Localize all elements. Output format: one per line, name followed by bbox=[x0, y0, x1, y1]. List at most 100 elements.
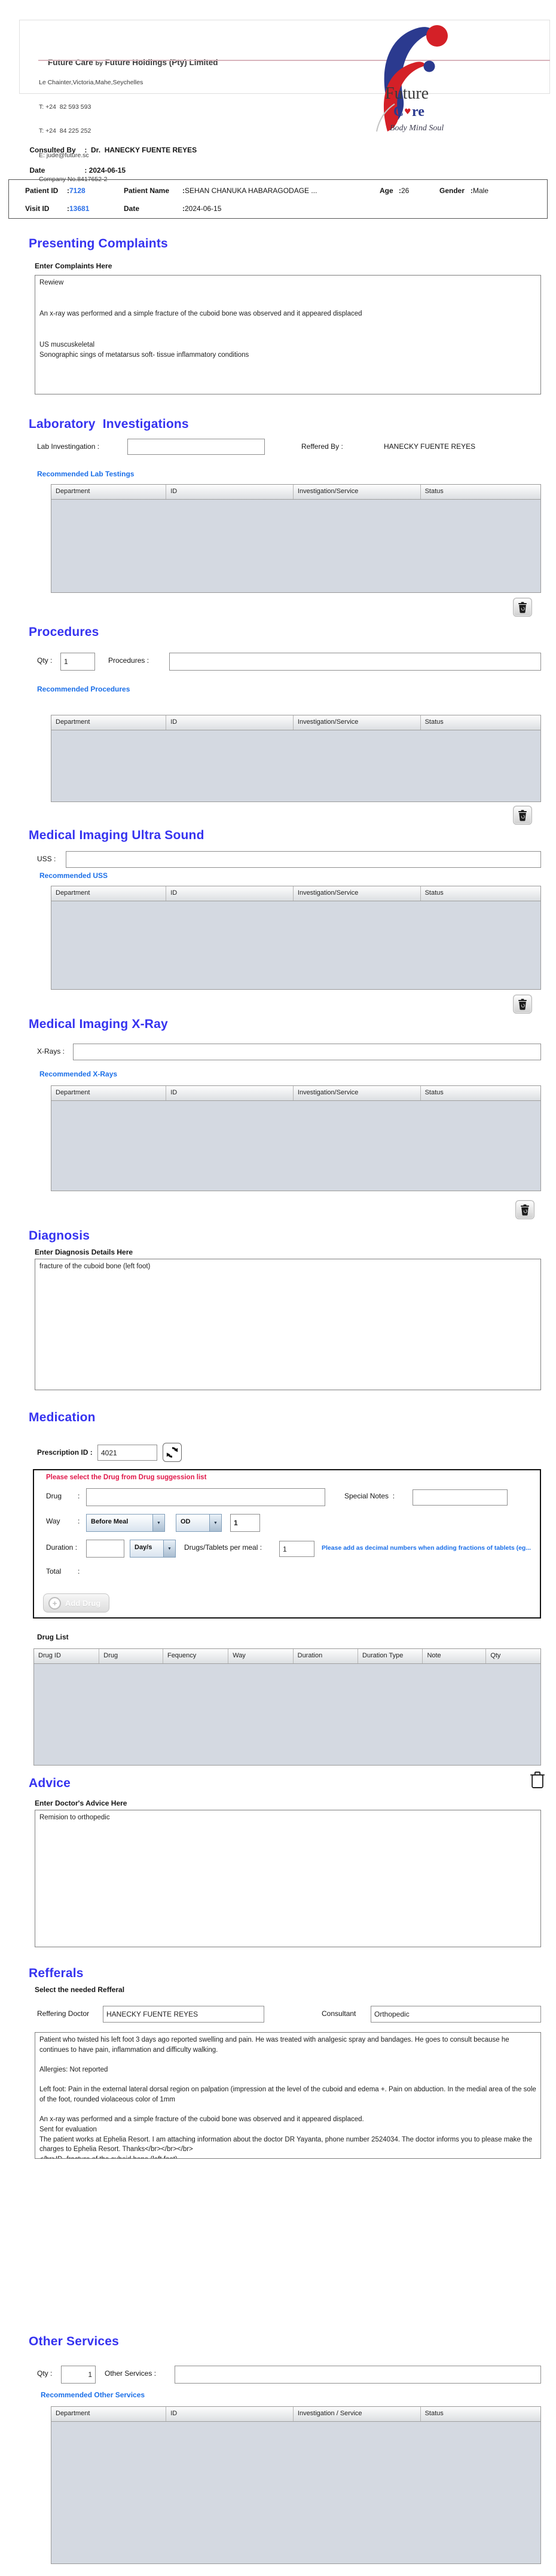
visit-id-label: Visit ID bbox=[25, 204, 50, 213]
column-header: Status bbox=[420, 886, 540, 901]
special-notes-label: Special Notes : bbox=[344, 1492, 395, 1500]
procedures-table: Department ID Investigation/Service Stat… bbox=[51, 715, 541, 802]
procedures-label: Procedures : bbox=[108, 656, 149, 665]
advice-textarea[interactable] bbox=[35, 1810, 541, 1947]
delete-advice-button[interactable] bbox=[530, 1770, 545, 1792]
procedures-input[interactable] bbox=[169, 653, 541, 671]
referring-doctor-input[interactable] bbox=[103, 2006, 264, 2023]
frequency-select[interactable]: OD ▼ bbox=[176, 1514, 222, 1532]
column-header: Investigation/Service bbox=[293, 485, 421, 499]
column-header: Duration Type bbox=[358, 1649, 423, 1663]
uss-table-header: Department ID Investigation/Service Stat… bbox=[51, 886, 540, 901]
delete-uss-item-button[interactable] bbox=[513, 995, 532, 1014]
per-meal-input[interactable] bbox=[279, 1541, 314, 1557]
drug-list-label: Drug List bbox=[37, 1633, 69, 1641]
xrays-label: X-Rays : bbox=[37, 1047, 65, 1056]
complaints-textarea[interactable] bbox=[35, 275, 541, 394]
diagnosis-sublabel: Enter Diagnosis Details Here bbox=[35, 1248, 133, 1256]
delete-lab-item-button[interactable] bbox=[513, 598, 532, 617]
colon: : bbox=[78, 1567, 80, 1575]
duration-input[interactable] bbox=[86, 1540, 124, 1558]
xray-table-header: Department ID Investigation/Service Stat… bbox=[51, 1086, 540, 1101]
add-drug-button[interactable]: + Add Drug bbox=[43, 1593, 110, 1613]
refresh-prescription-id-button[interactable] bbox=[163, 1443, 182, 1462]
consultant-label: Consultant bbox=[322, 2009, 356, 2018]
column-header: Department bbox=[51, 715, 167, 730]
colon: : bbox=[78, 1492, 80, 1500]
way-meal-select[interactable]: Before Meal ▼ bbox=[86, 1514, 165, 1532]
patient-age-field: Age: 26 bbox=[380, 186, 439, 195]
address-line: Le Chainter,Victoria,Mahe,Seychelles bbox=[39, 79, 143, 86]
lab-table: Department ID Investigation/Service Stat… bbox=[51, 484, 541, 593]
patient-id-label: Patient ID bbox=[25, 186, 59, 195]
complaints-sublabel: Enter Complaints Here bbox=[35, 262, 112, 270]
uss-input[interactable] bbox=[66, 851, 541, 868]
column-header: Investigation/Service bbox=[293, 715, 421, 730]
duration-unit-select[interactable]: Day/s ▼ bbox=[130, 1540, 176, 1558]
referral-textarea[interactable] bbox=[35, 2032, 541, 2159]
section-title-other-services: Other Services bbox=[29, 2335, 120, 2348]
consulted-by-label: Consulted By bbox=[29, 146, 76, 154]
patient-info-box bbox=[8, 179, 548, 219]
column-header: Qty bbox=[486, 1649, 540, 1663]
other-qty-input[interactable] bbox=[61, 2366, 96, 2384]
column-header: ID bbox=[166, 886, 294, 901]
procedures-qty-input[interactable] bbox=[60, 653, 95, 671]
prescription-id-input[interactable] bbox=[97, 1445, 157, 1461]
special-notes-input[interactable] bbox=[413, 1489, 508, 1506]
plus-icon: + bbox=[48, 1596, 61, 1610]
recommended-procedures-label: Recommended Procedures bbox=[37, 685, 130, 693]
chevron-down-icon: ▼ bbox=[163, 1540, 175, 1557]
section-title-presenting-complaints: Presenting Complaints bbox=[29, 237, 168, 250]
xrays-input[interactable] bbox=[73, 1044, 541, 1060]
diagnosis-textarea[interactable] bbox=[35, 1259, 541, 1390]
logo-blue-dot bbox=[423, 60, 435, 72]
visit-id-value: 13681 bbox=[69, 204, 90, 213]
referrals-sublabel: Select the needed Refferal bbox=[35, 1985, 125, 1994]
trash-icon bbox=[518, 998, 527, 1010]
procedures-table-header: Department ID Investigation/Service Stat… bbox=[51, 715, 540, 730]
drug-input[interactable] bbox=[86, 1488, 325, 1506]
add-drug-label: Add Drug bbox=[65, 1598, 101, 1608]
patient-name-field: Patient Name: SEHAN CHANUKA HABARAGODAGE… bbox=[124, 186, 380, 195]
way-meal-value: Before Meal bbox=[91, 1518, 129, 1525]
lab-investigation-input[interactable] bbox=[127, 439, 265, 455]
lab-investigation-label: Lab Investingation : bbox=[37, 442, 100, 451]
phone-line-2: T: +24 84 225 252 bbox=[39, 127, 91, 134]
header-divider bbox=[38, 60, 550, 61]
visit-date-value: 2024-06-15 bbox=[185, 204, 222, 213]
visit-date-label: Date bbox=[124, 204, 140, 213]
trash-outline-icon bbox=[530, 1772, 545, 1788]
frequency-qty-input[interactable] bbox=[230, 1514, 260, 1532]
column-header: ID bbox=[166, 1086, 294, 1100]
delete-procedure-item-button[interactable] bbox=[513, 806, 532, 825]
column-header: ID bbox=[166, 2407, 294, 2421]
recommended-uss-label: Recommended USS bbox=[39, 871, 108, 880]
duration-unit-value: Day/s bbox=[135, 1544, 152, 1551]
consult-date-label: Date bbox=[29, 166, 45, 175]
logo-text-future: Future bbox=[385, 84, 429, 103]
section-title-diagnosis: Diagnosis bbox=[29, 1229, 90, 1243]
phone-line-1: T: +24 82 593 593 bbox=[39, 103, 91, 111]
patient-row-2: Visit ID: 13681 Date: 2024-06-15 bbox=[25, 204, 221, 213]
consultant-input[interactable] bbox=[371, 2006, 541, 2023]
other-services-input[interactable] bbox=[175, 2366, 541, 2384]
column-header: Status bbox=[420, 485, 540, 499]
patient-id-field: Patient ID: 7128 bbox=[25, 186, 124, 195]
other-qty-label: Qty : bbox=[37, 2369, 53, 2378]
column-header: Fequency bbox=[163, 1649, 229, 1663]
chevron-down-icon: ▼ bbox=[209, 1515, 221, 1531]
delete-xray-item-button[interactable] bbox=[515, 1200, 534, 1219]
patient-name-value: SEHAN CHANUKA HABARAGODAGE ... bbox=[185, 186, 317, 195]
frequency-value: OD bbox=[181, 1518, 191, 1525]
recommended-xrays-label: Recommended X-Rays bbox=[39, 1070, 118, 1078]
decimal-note-text: Please add as decimal numbers when addin… bbox=[322, 1544, 531, 1552]
column-header: ID bbox=[166, 715, 294, 730]
section-title-laboratory-investigations: Laboratory Investigations bbox=[29, 417, 189, 431]
logo-red-dot bbox=[426, 25, 448, 47]
logo-graphic: Future C ♥ re Body Mind Soul bbox=[376, 25, 448, 133]
other-table-header: Department ID Investigation / Service St… bbox=[51, 2407, 540, 2422]
advice-sublabel: Enter Doctor's Advice Here bbox=[35, 1799, 127, 1807]
total-label: Total bbox=[46, 1567, 62, 1575]
recommended-lab-testings-label: Recommended Lab Testings bbox=[37, 470, 135, 478]
